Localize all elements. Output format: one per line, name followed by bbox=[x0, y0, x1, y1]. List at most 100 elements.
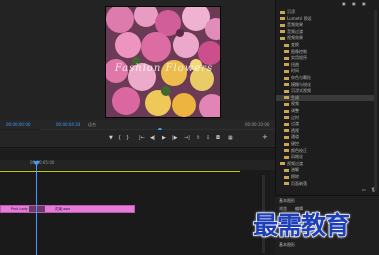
folder-icon bbox=[284, 129, 289, 133]
transition-marker[interactable] bbox=[29, 206, 45, 212]
ruler-timecode: 00:00:05:00 bbox=[30, 160, 55, 165]
new-folder-icon[interactable]: ▭ bbox=[362, 187, 366, 192]
effects-tree-item[interactable]: 风格化 bbox=[284, 154, 379, 160]
effects-tree-item[interactable]: 音频过渡 bbox=[280, 29, 379, 35]
effects-tree-item[interactable]: 擦除 bbox=[284, 174, 379, 180]
effects-tree-label: 颜色校正 bbox=[291, 147, 307, 153]
effects-tree-item[interactable]: 沉浸式视频 bbox=[284, 88, 379, 94]
step-forward-icon[interactable]: |▶ bbox=[172, 135, 178, 141]
effects-tree-label: 沉浸式视频 bbox=[291, 88, 311, 94]
effects-tree-label: 变换 bbox=[291, 42, 299, 47]
folder-icon bbox=[284, 56, 289, 60]
effects-tree-item[interactable]: 通道 bbox=[284, 134, 379, 140]
effects-tree-item[interactable]: 音频效果 bbox=[280, 22, 379, 28]
timeline-playhead[interactable] bbox=[36, 163, 37, 255]
effects-scrollbar[interactable] bbox=[374, 10, 377, 190]
essential-title: 基本图形 bbox=[279, 198, 295, 203]
folder-icon bbox=[284, 89, 289, 93]
effects-tree-item[interactable]: 图像控制 bbox=[284, 49, 379, 55]
folder-icon bbox=[284, 43, 289, 47]
effects-tree-item[interactable]: 杂色与颗粒 bbox=[284, 75, 379, 81]
audio-clip[interactable]: Pink Lady 花束.wav bbox=[0, 205, 135, 213]
program-video-frame[interactable]: Fashion Flowers bbox=[105, 6, 221, 118]
source-timecode: 00:00:00:00 bbox=[6, 122, 31, 127]
effects-tree-item[interactable]: 视频过渡 bbox=[280, 161, 379, 167]
effects-tree-item[interactable]: 溶解 bbox=[284, 167, 379, 173]
effects-tree-item[interactable]: 视频效果 bbox=[280, 35, 379, 41]
effects-tree-item[interactable]: 变换 bbox=[284, 42, 379, 48]
clip-label: Pink Lady bbox=[11, 207, 28, 211]
folder-icon bbox=[284, 63, 289, 67]
folder-icon bbox=[280, 10, 285, 14]
folder-icon bbox=[280, 162, 285, 166]
folder-icon bbox=[284, 175, 289, 179]
effects-tree-label: 音频过渡 bbox=[287, 28, 303, 34]
effects-tree-item[interactable]: 键控 bbox=[284, 141, 379, 147]
effects-tree-label: 实用程序 bbox=[291, 55, 307, 61]
play-icon[interactable]: ▶ bbox=[162, 135, 166, 141]
program-timebar: 00:00:04:24 适合 00:00:10:00 bbox=[40, 120, 275, 129]
folder-icon bbox=[284, 168, 289, 172]
lift-icon[interactable]: ⇪ bbox=[196, 135, 200, 141]
folder-icon bbox=[284, 116, 289, 120]
effects-panel: ▣ ▣ ▣ 沉浸 Lumetri 预设 音频效果 音频过渡 视频效果 变换图像控制 实用程序… bbox=[275, 0, 379, 195]
go-to-in-icon[interactable]: |← bbox=[139, 135, 145, 141]
folder-icon bbox=[284, 83, 289, 87]
effects-tree-item[interactable]: 扭曲 bbox=[284, 62, 379, 68]
add-button-icon[interactable]: + bbox=[262, 133, 268, 141]
overlay-logo-text: 最需教育 bbox=[252, 210, 350, 240]
effects-tree-label: 擦除 bbox=[291, 174, 299, 179]
folder-icon bbox=[280, 30, 285, 34]
preset-icon[interactable]: ▣ bbox=[342, 1, 346, 6]
effects-tree-item[interactable]: 模糊与锐化 bbox=[284, 82, 379, 88]
effects-tree-item[interactable]: 过时 bbox=[284, 115, 379, 121]
timeline-ruler[interactable]: 00:00:05:00 bbox=[0, 160, 275, 170]
go-to-out-icon[interactable]: →| bbox=[184, 135, 190, 141]
effects-tree-label: 透视 bbox=[291, 127, 299, 133]
effects-tree-item[interactable]: Lumetri 预设 bbox=[280, 16, 379, 22]
extract-icon[interactable]: ⇩ bbox=[206, 135, 210, 141]
effects-tree-label: 扭曲 bbox=[291, 61, 299, 67]
effects-tree-item[interactable]: 颜色校正 bbox=[284, 148, 379, 154]
folder-icon bbox=[284, 135, 289, 139]
folder-icon bbox=[284, 122, 289, 126]
effects-tree-label: 时间 bbox=[291, 68, 299, 74]
yuv-icon[interactable]: ▣ bbox=[362, 1, 366, 6]
marker-icon[interactable]: ▼ bbox=[109, 135, 113, 141]
effects-tree-item[interactable]: 视频 bbox=[284, 101, 379, 107]
effects-tree-label: 视频过渡 bbox=[287, 160, 303, 166]
watermark-text: Fashion Flowers bbox=[114, 63, 214, 74]
accelerated-icon[interactable]: ▣ bbox=[352, 1, 356, 6]
fit-dropdown[interactable]: 适合 bbox=[88, 120, 96, 129]
folder-icon bbox=[284, 50, 289, 54]
effects-tree-label: 键控 bbox=[291, 141, 299, 146]
effects-tree-item[interactable]: 生成 bbox=[276, 94, 376, 101]
folder-icon bbox=[284, 76, 289, 80]
program-timecode[interactable]: 00:00:04:24 bbox=[56, 120, 80, 129]
camera-icon[interactable]: ◘ bbox=[216, 135, 220, 141]
folder-icon bbox=[284, 155, 289, 159]
effects-tree-item[interactable]: 页面剥落 bbox=[284, 181, 379, 187]
effects-tree-item[interactable]: 过渡 bbox=[284, 121, 379, 127]
effects-tree-item[interactable]: 实用程序 bbox=[284, 55, 379, 61]
folder-icon bbox=[284, 109, 289, 113]
in-point-icon[interactable]: { bbox=[118, 135, 121, 141]
compare-icon[interactable]: ▦ bbox=[228, 135, 233, 141]
effects-tree-label: 页面剥落 bbox=[291, 180, 307, 186]
effects-tree-item[interactable]: 时间 bbox=[284, 68, 379, 74]
effects-tree-label: 沉浸 bbox=[287, 9, 295, 14]
effects-tree-label: 音频效果 bbox=[287, 22, 303, 28]
transport-controls: ▼ { } |← ◀| ▶ |▶ →| ⇪ ⇩ ◘ ▦ + bbox=[0, 130, 275, 148]
effects-tree-label: Lumetri 预设 bbox=[287, 15, 312, 21]
step-back-icon[interactable]: ◀| bbox=[150, 135, 156, 141]
effects-tree-item[interactable]: 调整 bbox=[284, 108, 379, 114]
folder-icon bbox=[284, 182, 289, 186]
out-point-icon[interactable]: } bbox=[126, 135, 129, 141]
effects-tree-label: 视频效果 bbox=[287, 35, 303, 41]
effects-tree-label: 风格化 bbox=[291, 154, 303, 160]
effects-tree-label: 溶解 bbox=[291, 167, 299, 173]
clip-label-2: 花束.wav bbox=[55, 207, 71, 211]
effects-tree-item[interactable]: 透视 bbox=[284, 128, 379, 134]
effects-tree-item[interactable]: 沉浸 bbox=[280, 9, 379, 15]
source-timebar: 00:00:00:00 bbox=[0, 120, 40, 129]
